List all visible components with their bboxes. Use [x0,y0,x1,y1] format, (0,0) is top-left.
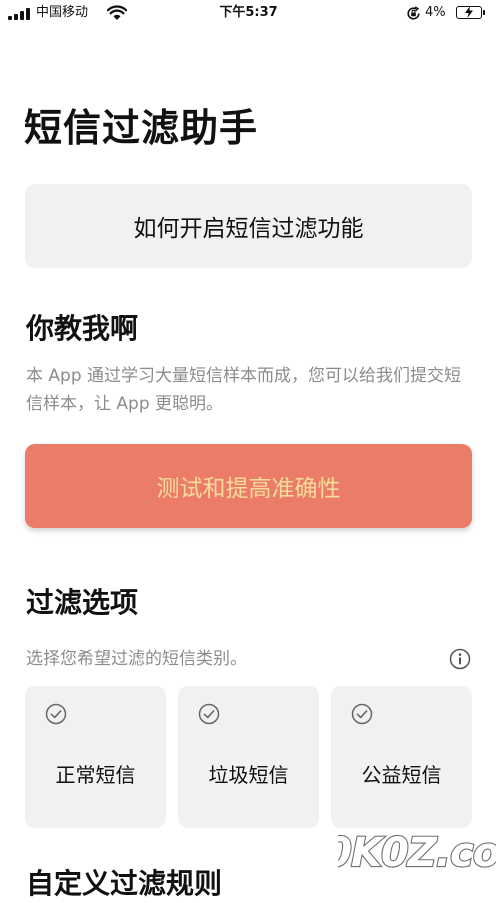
howto-enable-filter-button[interactable]: 如何开启短信过滤功能 [25,184,472,268]
site-watermark-logo: K0K0Z.com [338,829,496,877]
info-icon[interactable] [449,648,471,670]
battery-percent: 4% [425,5,446,20]
test-improve-accuracy-button[interactable]: 测试和提高准确性 [25,444,472,528]
check-circle-icon [45,703,67,725]
charging-bolt-icon [465,6,473,18]
watermark-text: K0K0Z.com [338,830,496,876]
teach-description: 本 App 通过学习大量短信样本而成，您可以给我们提交短信样本，让 App 更聪… [26,366,462,414]
check-circle-icon [198,703,220,725]
battery-icon [456,6,485,19]
custom-filter-rules-title: 自定义过滤规则 [26,867,223,900]
improve-button-label: 测试和提高准确性 [156,476,341,502]
filter-option-label: 正常短信 [55,763,136,787]
filter-option-label: 垃圾短信 [208,763,289,787]
filter-option-junk[interactable]: 垃圾短信 [178,686,319,828]
status-bar: 中国移动 下午5:37 4% [0,0,497,28]
rotation-lock-icon [407,6,420,20]
filter-option-label: 公益短信 [361,763,442,787]
filter-options-title: 过滤选项 [26,586,139,619]
page-title: 短信过滤助手 [24,106,259,150]
howto-button-label: 如何开启短信过滤功能 [133,216,364,242]
filter-option-normal[interactable]: 正常短信 [25,686,166,828]
filter-options-description: 选择您希望过滤的短信类别。 [26,649,247,669]
teach-section-title: 你教我啊 [26,312,139,345]
filter-option-public-service[interactable]: 公益短信 [331,686,472,828]
check-circle-icon [351,703,373,725]
status-time: 下午5:37 [219,5,278,20]
